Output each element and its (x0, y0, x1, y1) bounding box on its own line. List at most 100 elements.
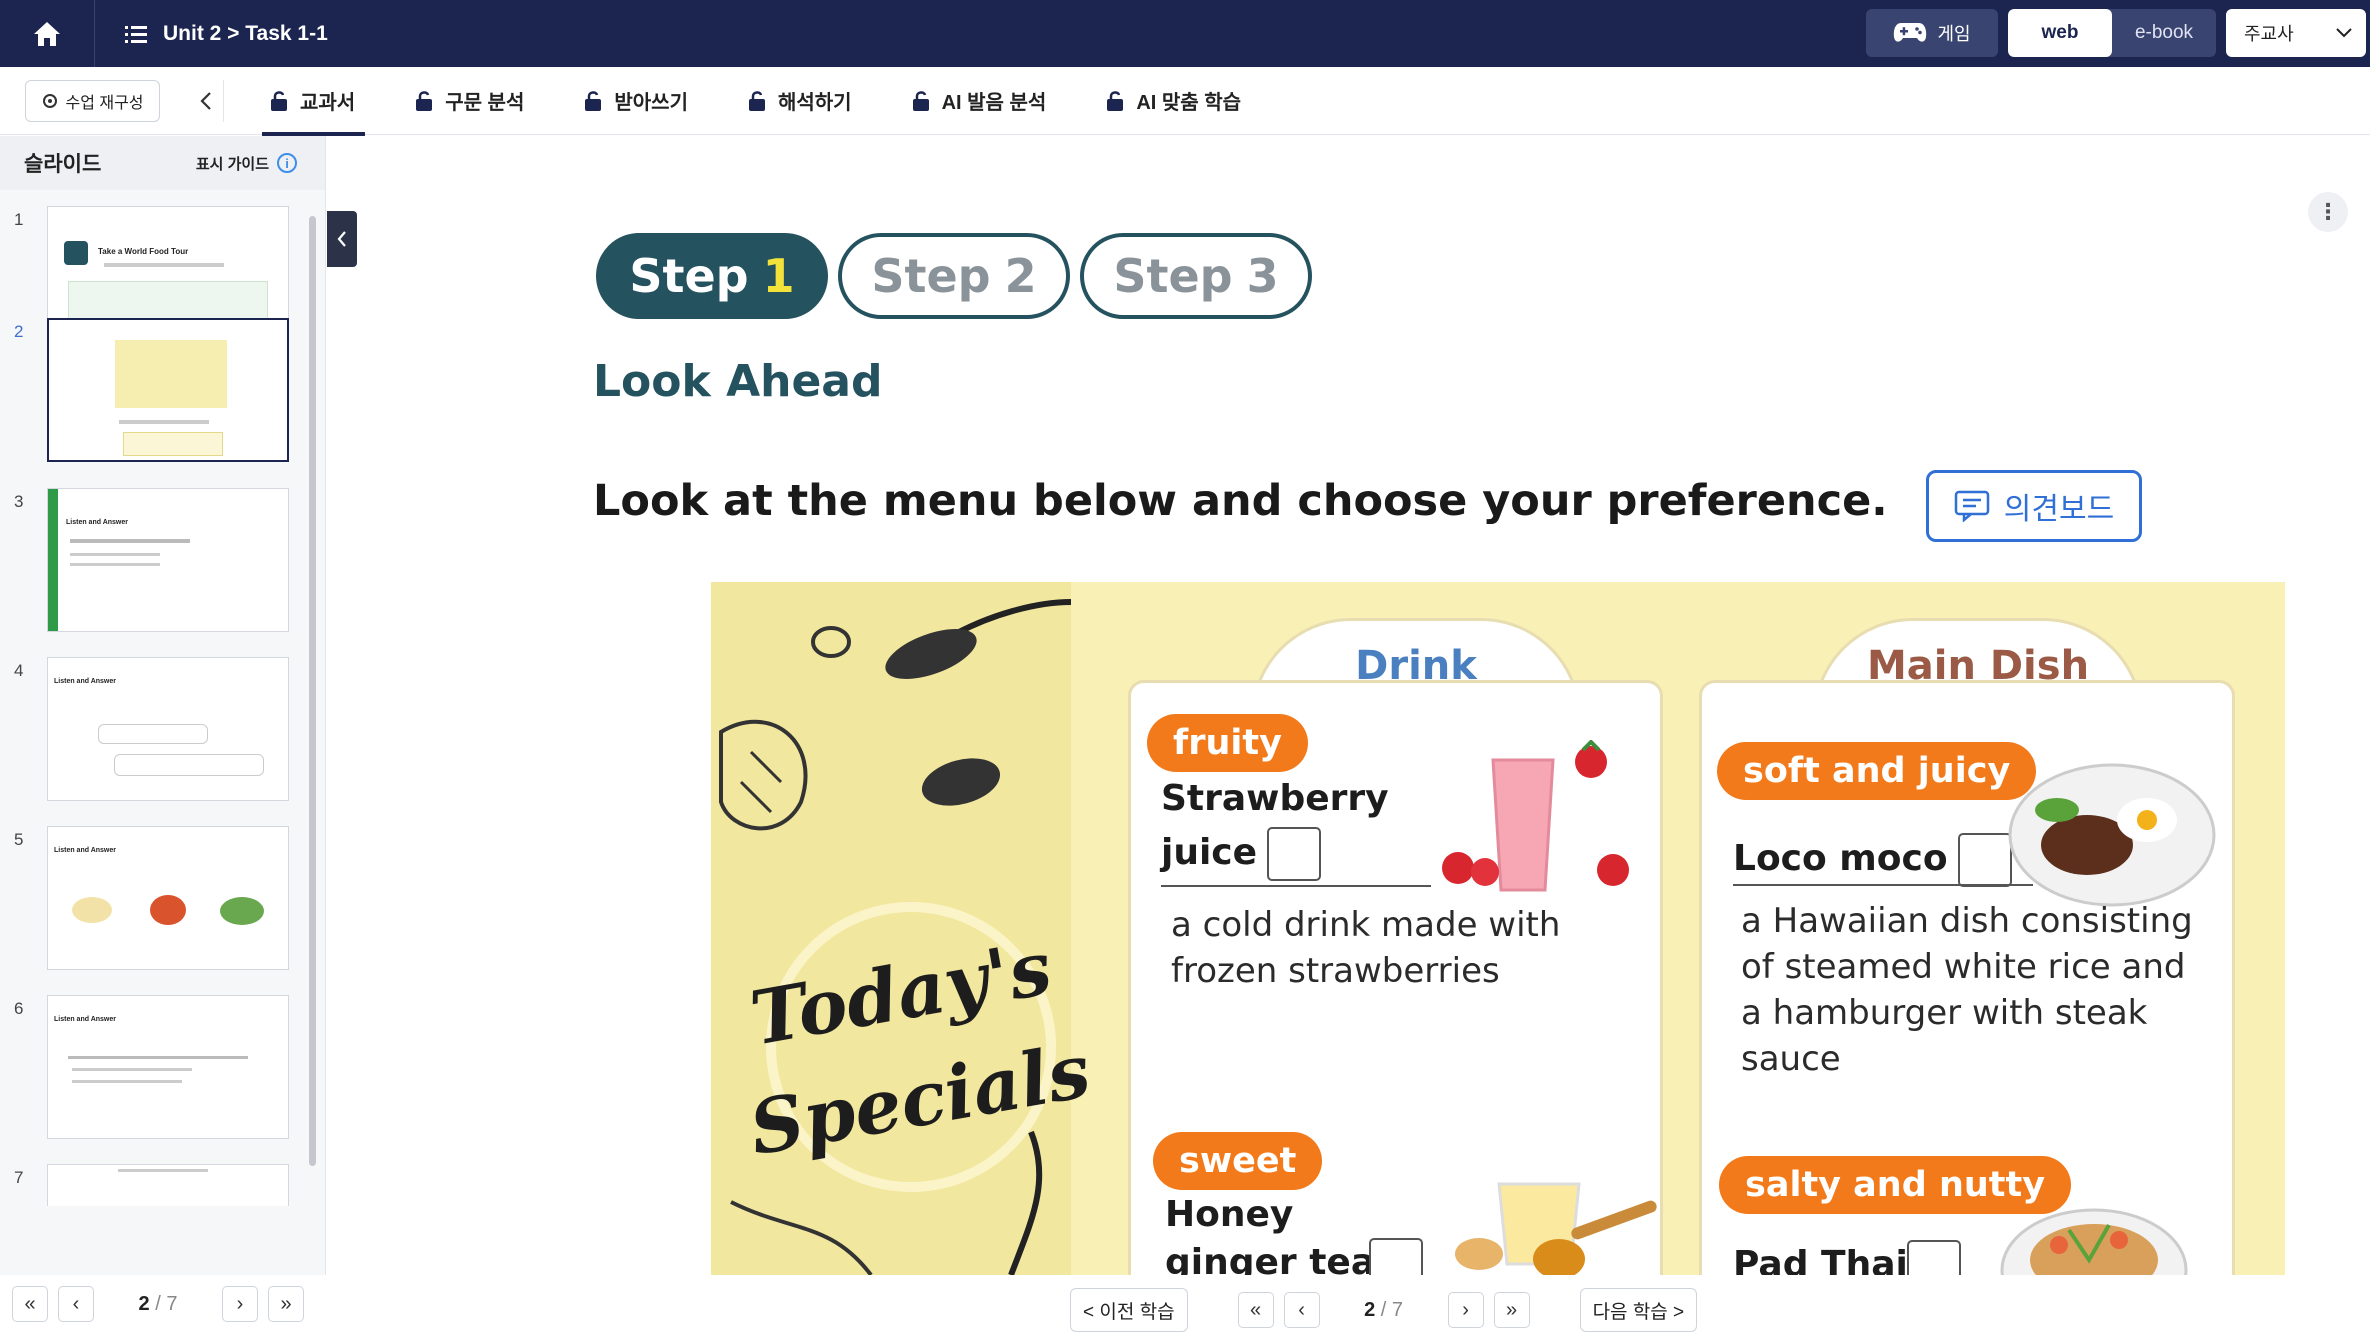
slide-thumb-title: Listen and Answer (66, 519, 128, 526)
view-mode-toggle: web e-book (2008, 9, 2216, 57)
slide-thumbnail[interactable]: Listen and Answer (47, 995, 289, 1139)
more-vertical-icon: ⋮ (2317, 199, 2339, 224)
more-options-button[interactable]: ⋮ (2308, 192, 2348, 232)
chevron-left-icon (337, 231, 346, 247)
top-bar: Unit 2 > Task 1-1 게임 web e-book 주교사 (0, 0, 2370, 67)
underline (1733, 884, 2033, 886)
display-guide-button[interactable]: 표시 가이드 i (196, 153, 297, 174)
step-number: 1 (762, 249, 795, 303)
tab-label: 받아쓰기 (614, 92, 688, 114)
chat-board-icon (1954, 490, 1990, 522)
lesson-navigation: < 이전 학습 « ‹ 2 / 7 › » 다음 학습 > (1070, 1288, 1698, 1332)
main-desc-loco-moco-line-3: a hamburger with steak (1741, 993, 2148, 1033)
first-page-button[interactable]: « (1237, 1292, 1274, 1328)
slide-sidebar: 슬라이드 표시 가이드 i 1 Take a World Food Tour 2 (0, 136, 326, 1333)
unlock-icon (1107, 90, 1124, 111)
step-word: Step (871, 249, 991, 303)
drink-name-honey-line-1: Honey (1165, 1194, 1294, 1235)
next-slide-button[interactable]: › (222, 1286, 258, 1322)
tab-label: AI 발음 분석 (941, 92, 1047, 114)
main-desc-loco-moco-line-2: of steamed white rice and (1741, 947, 2186, 987)
main-tag-soft-and-juicy: soft and juicy (1717, 742, 2037, 800)
slide-thumb-title: Listen and Answer (54, 1016, 116, 1023)
drink-desc-strawberry-line-2: frozen strawberries (1171, 951, 1500, 991)
double-chevron-right-icon: » (280, 1292, 292, 1315)
drink-name-strawberry-line-2-row: juice (1161, 826, 1322, 881)
double-chevron-left-icon: « (1250, 1298, 1262, 1321)
next-lesson-button[interactable]: 다음 학습 > (1579, 1288, 1698, 1332)
game-label: 게임 (1937, 24, 1971, 44)
loco-moco-image (2008, 763, 2216, 907)
section-title: Look Ahead (593, 356, 883, 407)
game-button[interactable]: 게임 (1866, 9, 1998, 57)
last-slide-button[interactable]: » (268, 1286, 304, 1322)
slide-thumbnail[interactable]: Listen and Answer (47, 657, 289, 801)
unlock-icon (416, 90, 433, 111)
step-word: Step (629, 249, 749, 303)
step-1-button[interactable]: Step 1 (596, 233, 828, 319)
step-number: 3 (1246, 249, 1279, 303)
todays-specials-badge: Today's Specials (744, 902, 1097, 1192)
slide-thumb-title: Listen and Answer (54, 847, 116, 854)
slide-thumbnail[interactable]: Listen and Answer (47, 488, 289, 632)
prev-page-button[interactable]: ‹ (1283, 1292, 1320, 1328)
sidebar-scrollbar[interactable] (309, 216, 316, 1166)
opinion-board-button[interactable]: 의견보드 (1926, 470, 2142, 542)
reconfigure-button[interactable]: 수업 재구성 (25, 79, 160, 122)
tab-bar: 수업 재구성 교과서 구문 분석 받아쓰기 해석하기 AI 발음 분석 AI 맞… (0, 67, 2370, 136)
drink-name-honey-line-2: ginger tea (1165, 1242, 1376, 1275)
drink-tag-sweet: sweet (1153, 1132, 1323, 1190)
chevron-left-icon: ‹ (1298, 1298, 1305, 1321)
slide-number: 5 (14, 830, 24, 849)
step-3-button[interactable]: Step 3 (1080, 233, 1312, 319)
list-menu-icon[interactable] (125, 25, 147, 43)
tab-syntax-analysis[interactable]: 구문 분석 (383, 67, 552, 135)
underline (1161, 885, 1431, 887)
sidebar-collapse-button[interactable] (327, 211, 357, 267)
drink-name-strawberry-line-2: juice (1161, 832, 1258, 873)
slide-thumbnail[interactable] (47, 1164, 289, 1206)
view-web-button[interactable]: web (2008, 9, 2112, 57)
loco-moco-checkbox[interactable] (1957, 833, 2012, 887)
double-chevron-left-icon: « (24, 1292, 36, 1315)
opinion-board-label: 의견보드 (2003, 493, 2115, 526)
honey-ginger-tea-checkbox[interactable] (1369, 1238, 1423, 1275)
step-word: Step (1113, 249, 1233, 303)
slide-thumbnail[interactable] (47, 318, 289, 462)
slide-thumb-title: Listen and Answer (54, 678, 116, 685)
slide-thumbnail[interactable]: Listen and Answer (47, 826, 289, 970)
first-slide-button[interactable]: « (12, 1286, 48, 1322)
tab-label: 구문 분석 (445, 92, 525, 114)
step-selector: Step 1 Step 2 Step 3 (596, 233, 1312, 319)
tab-dictation[interactable]: 받아쓰기 (552, 67, 716, 135)
step-2-button[interactable]: Step 2 (838, 233, 1070, 319)
tab-translation[interactable]: 해석하기 (716, 67, 880, 135)
slide-number: 7 (14, 1168, 24, 1187)
double-chevron-right-icon: » (1506, 1298, 1518, 1321)
instruction-text: Look at the menu below and choose your p… (593, 476, 1888, 526)
reconfigure-label: 수업 재구성 (65, 94, 144, 112)
main-name-loco-moco: Loco moco (1733, 838, 1948, 879)
specials-menu: Today's Specials Drink fruity Strawberry… (711, 582, 2285, 1275)
last-page-button[interactable]: » (1493, 1292, 1530, 1328)
slide-number: 3 (14, 492, 24, 511)
unlock-icon (912, 90, 929, 111)
slide-number: 1 (14, 210, 24, 229)
textbook-select[interactable]: 주교사 (2226, 9, 2366, 57)
prev-lesson-button[interactable]: < 이전 학습 (1070, 1288, 1188, 1332)
tab-textbook[interactable]: 교과서 (238, 67, 383, 136)
tab-scroll-left-button[interactable] (188, 79, 224, 122)
display-guide-label: 표시 가이드 (195, 155, 269, 173)
prev-slide-button[interactable]: ‹ (58, 1286, 94, 1322)
gear-icon (43, 93, 58, 108)
view-ebook-button[interactable]: e-book (2112, 9, 2216, 57)
strawberry-juice-checkbox[interactable] (1267, 827, 1322, 881)
unlock-icon (748, 90, 765, 111)
pad-thai-checkbox[interactable] (1907, 1240, 1961, 1275)
next-page-button[interactable]: › (1447, 1292, 1484, 1328)
chevron-left-icon (199, 91, 211, 110)
tab-ai-pronunciation[interactable]: AI 발음 분석 (880, 67, 1075, 135)
home-button[interactable] (0, 0, 95, 67)
sidebar-pager: « ‹ 2 / 7 › » (0, 1275, 326, 1333)
tab-ai-custom-learning[interactable]: AI 맞춤 학습 (1074, 67, 1269, 135)
